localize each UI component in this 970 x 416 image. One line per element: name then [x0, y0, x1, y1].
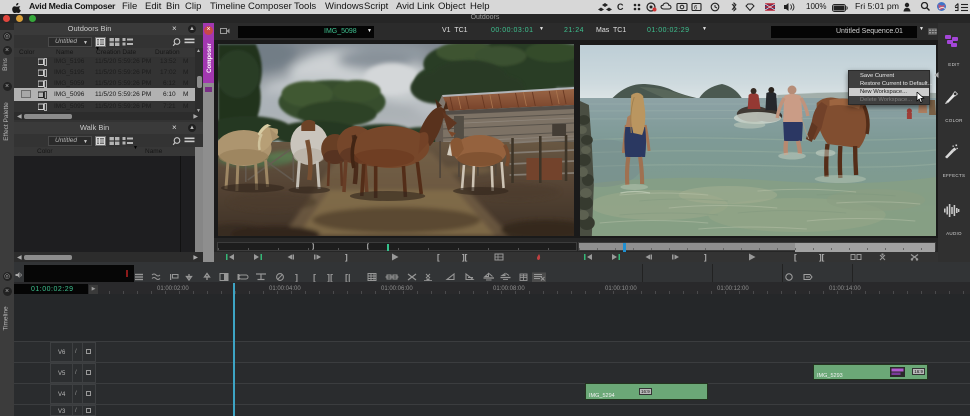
svg-text:[: [	[437, 253, 440, 262]
svg-text:][: ][	[462, 253, 468, 262]
svg-text:]: ]	[345, 253, 348, 262]
svg-text:][: ][	[327, 273, 333, 283]
svg-text:[|: [|	[345, 273, 351, 283]
svg-text:]: ]	[704, 253, 707, 262]
svg-text:[: [	[313, 273, 316, 283]
svg-text:][: ][	[819, 253, 825, 262]
svg-text:C: C	[617, 2, 624, 12]
svg-text:]: ]	[295, 273, 298, 283]
svg-text:[: [	[794, 253, 797, 262]
